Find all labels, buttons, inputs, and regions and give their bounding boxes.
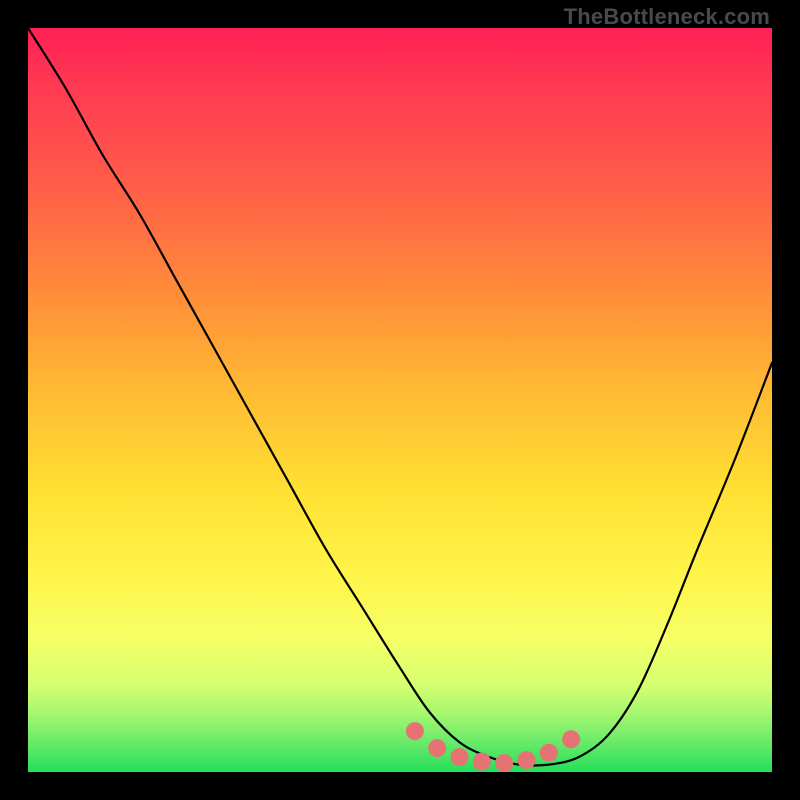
marker-dot bbox=[518, 751, 536, 769]
plot-area bbox=[28, 28, 772, 772]
bottleneck-curve bbox=[28, 28, 772, 766]
chart-frame: TheBottleneck.com bbox=[0, 0, 800, 800]
marker-dot bbox=[473, 753, 491, 771]
marker-dot bbox=[495, 754, 513, 772]
watermark-text: TheBottleneck.com bbox=[564, 4, 770, 30]
marker-dot bbox=[451, 748, 469, 766]
curve-svg bbox=[28, 28, 772, 772]
marker-dot bbox=[540, 744, 558, 762]
marker-dot bbox=[406, 722, 424, 740]
marker-dot bbox=[428, 739, 446, 757]
marker-dot bbox=[562, 730, 580, 748]
